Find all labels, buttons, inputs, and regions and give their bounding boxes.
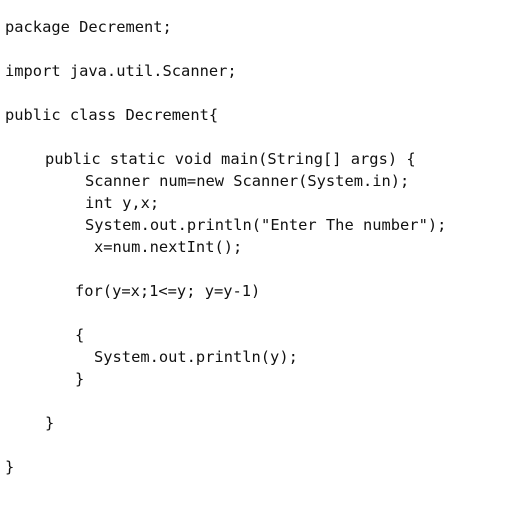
code-line-import: import java.util.Scanner;: [5, 62, 237, 80]
code-line-loop-close-brace: }: [75, 370, 85, 388]
code-line-println-prompt: System.out.println("Enter The number");: [85, 216, 447, 234]
code-line-class-declaration: public class Decrement{: [5, 106, 219, 124]
code-line-int-declaration: int y,x;: [85, 194, 160, 212]
code-line-package: package Decrement;: [5, 18, 172, 36]
code-line-read-input: x=num.nextInt();: [94, 238, 243, 256]
code-line-method-close-brace: }: [45, 414, 55, 432]
code-line-loop-open-brace: {: [75, 326, 85, 344]
code-line-class-close-brace: }: [5, 458, 15, 476]
code-line-println-y: System.out.println(y);: [94, 348, 298, 366]
code-line-for-loop: for(y=x;1<=y; y=y-1): [75, 282, 261, 300]
code-line-scanner: Scanner num=new Scanner(System.in);: [85, 172, 410, 190]
code-line-main-method: public static void main(String[] args) {: [45, 150, 416, 168]
code-document: package Decrement; import java.util.Scan…: [0, 0, 505, 527]
